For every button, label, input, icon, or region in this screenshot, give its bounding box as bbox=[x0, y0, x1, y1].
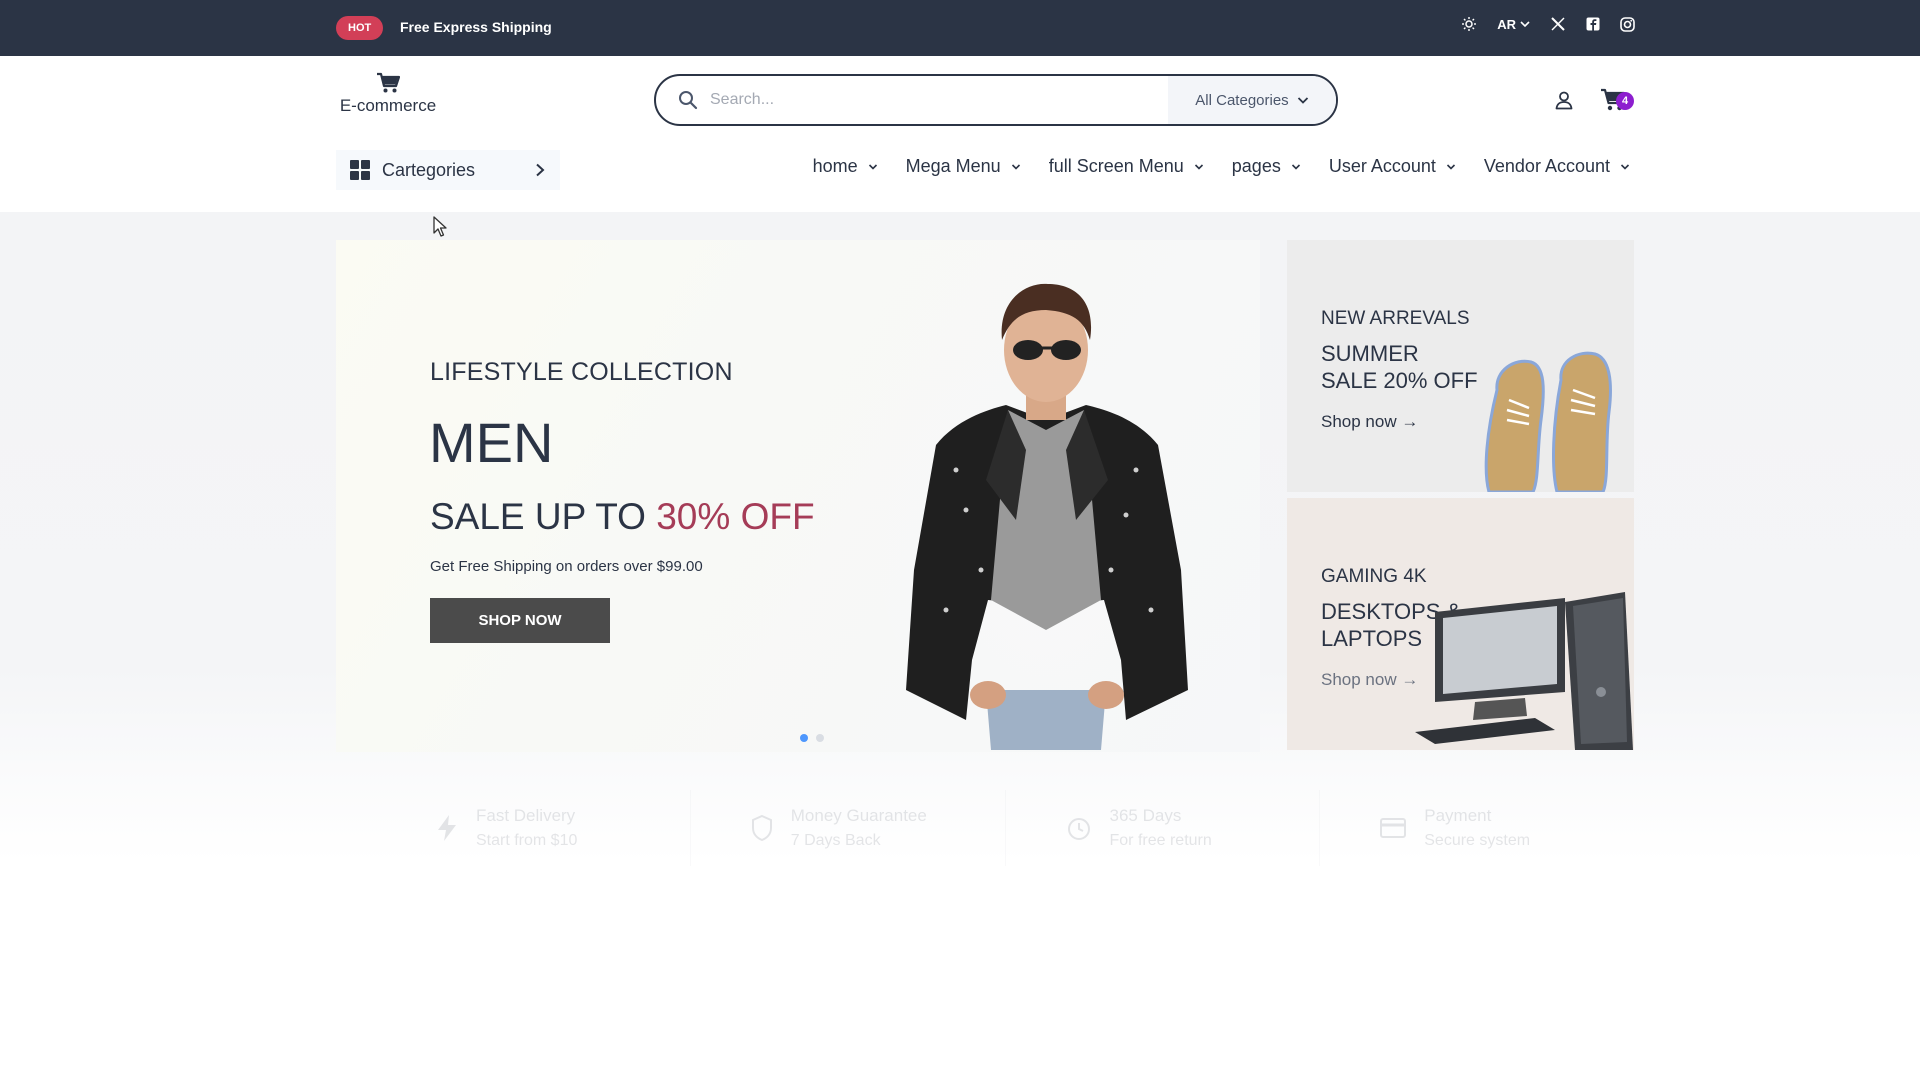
promo-kicker: GAMING 4K bbox=[1321, 566, 1427, 587]
nav-item-pages[interactable]: pages bbox=[1232, 156, 1301, 177]
facebook-icon[interactable] bbox=[1586, 17, 1600, 31]
service-subtitle: For free return bbox=[1109, 832, 1212, 849]
service-title: Fast Delivery bbox=[476, 806, 576, 825]
category-select[interactable]: All Categories bbox=[1168, 76, 1336, 124]
service-title: Money Guarantee bbox=[790, 806, 927, 825]
sneakers-image bbox=[1484, 351, 1612, 492]
shield-icon bbox=[751, 814, 772, 842]
lightning-icon bbox=[438, 815, 456, 841]
slider-dot[interactable] bbox=[816, 734, 824, 742]
promo-heading: SUMMER SALE 20% OFF bbox=[1321, 340, 1478, 394]
service-subtitle: 7 Days Back bbox=[790, 832, 881, 849]
service-365-days: 365 Days For free return bbox=[1006, 790, 1321, 866]
chevron-down-icon bbox=[1297, 97, 1308, 104]
hero-sale-line: SALE UP TO 30% OFF bbox=[430, 496, 815, 538]
promo-kicker: NEW ARREVALS bbox=[1321, 308, 1470, 329]
search-input[interactable] bbox=[698, 76, 1168, 124]
mouse-cursor-icon bbox=[433, 216, 447, 237]
service-money-guarantee: Money Guarantee 7 Days Back bbox=[691, 790, 1006, 866]
x-twitter-icon[interactable] bbox=[1550, 16, 1566, 32]
nav-item-mega-menu[interactable]: Mega Menu bbox=[906, 156, 1021, 177]
promo-heading-line: SUMMER bbox=[1321, 341, 1419, 366]
hero-title: MEN bbox=[429, 411, 554, 474]
nav-label: full Screen Menu bbox=[1048, 156, 1184, 176]
nav-label: Mega Menu bbox=[905, 156, 1001, 176]
sale-percent: 30% OFF bbox=[656, 496, 815, 537]
model-image bbox=[876, 283, 1216, 750]
nav-item-home[interactable]: home bbox=[813, 156, 878, 177]
language-select[interactable]: AR bbox=[1497, 17, 1530, 32]
nav-label: pages bbox=[1231, 156, 1281, 176]
header-actions: 4 bbox=[1554, 88, 1634, 117]
search-bar: All Categories bbox=[654, 74, 1338, 126]
slider-dots bbox=[800, 734, 824, 742]
shipping-text: Free Express Shipping bbox=[400, 19, 552, 35]
nav-item-user-account[interactable]: User Account bbox=[1329, 156, 1456, 177]
promo-shop-link[interactable]: Shop now → bbox=[1321, 670, 1418, 690]
cart-count-badge: 4 bbox=[1616, 92, 1634, 110]
promo-shop-link[interactable]: Shop now → bbox=[1321, 412, 1418, 432]
category-select-label: All Categories bbox=[1195, 91, 1289, 109]
cart-button[interactable]: 4 bbox=[1600, 88, 1634, 117]
categories-label: Cartegories bbox=[382, 159, 476, 180]
credit-card-icon bbox=[1380, 818, 1407, 838]
chevron-down-icon bbox=[1520, 21, 1530, 28]
top-bar: HOT Free Express Shipping AR bbox=[0, 0, 1920, 56]
chevron-down-icon bbox=[1446, 163, 1455, 170]
services-row: Fast Delivery Start from $10 Money Guaran… bbox=[336, 790, 1634, 866]
nav-label: home bbox=[812, 156, 858, 176]
site-logo[interactable]: E-commerce bbox=[336, 72, 440, 116]
promo-card-summer[interactable]: NEW ARREVALS SUMMER SALE 20% OFF Shop now… bbox=[1287, 240, 1634, 492]
nav-item-full-screen-menu[interactable]: full Screen Menu bbox=[1049, 156, 1204, 177]
service-subtitle: Start from $10 bbox=[476, 832, 578, 849]
logo-text: E-commerce bbox=[339, 96, 437, 115]
language-label: AR bbox=[1497, 16, 1516, 32]
service-title: 365 Days bbox=[1109, 806, 1182, 825]
hero-subtitle: LIFESTYLE COLLECTION bbox=[430, 358, 733, 386]
service-title: Payment bbox=[1424, 806, 1492, 825]
hero-description: Get Free Shipping on orders over $99.00 bbox=[430, 558, 703, 575]
service-subtitle: Secure system bbox=[1424, 832, 1531, 849]
sale-prefix: SALE UP TO bbox=[430, 496, 657, 537]
main-navigation: home Mega Menu full Screen Menu pages Us… bbox=[813, 156, 1630, 177]
chevron-right-icon bbox=[536, 163, 545, 177]
user-account-icon[interactable] bbox=[1554, 90, 1574, 115]
promo-card-gaming[interactable]: GAMING 4K DESKTOPS & LAPTOPS Shop now → bbox=[1287, 498, 1634, 750]
search-icon bbox=[679, 91, 698, 110]
nav-label: User Account bbox=[1328, 156, 1436, 176]
hero-slider: LIFESTYLE COLLECTION MEN SALE UP TO 30% … bbox=[336, 240, 1260, 752]
service-payment: Payment Secure system bbox=[1320, 790, 1634, 866]
hot-badge: HOT bbox=[336, 16, 384, 40]
desktop-computer-image bbox=[1415, 592, 1633, 750]
topbar-actions: AR bbox=[1461, 16, 1635, 32]
chevron-down-icon bbox=[1011, 163, 1020, 170]
chevron-down-icon bbox=[868, 163, 877, 170]
service-fast-delivery: Fast Delivery Start from $10 bbox=[336, 790, 691, 866]
promo-heading-line: SALE 20% OFF bbox=[1321, 368, 1478, 393]
slider-dot-active[interactable] bbox=[800, 734, 808, 742]
theme-toggle-icon[interactable] bbox=[1461, 16, 1477, 32]
grid-icon bbox=[350, 160, 370, 180]
nav-label: Vendor Account bbox=[1483, 156, 1610, 176]
shop-now-button[interactable]: SHOP NOW bbox=[430, 598, 610, 643]
chevron-down-icon bbox=[1620, 163, 1630, 170]
cart-logo-icon bbox=[377, 72, 400, 93]
instagram-icon[interactable] bbox=[1620, 16, 1635, 32]
chevron-down-icon bbox=[1194, 163, 1203, 170]
alarm-clock-icon bbox=[1067, 818, 1090, 840]
nav-item-vendor-account[interactable]: Vendor Account bbox=[1484, 156, 1630, 177]
chevron-down-icon bbox=[1291, 163, 1300, 170]
categories-button[interactable]: Cartegories bbox=[336, 150, 560, 190]
